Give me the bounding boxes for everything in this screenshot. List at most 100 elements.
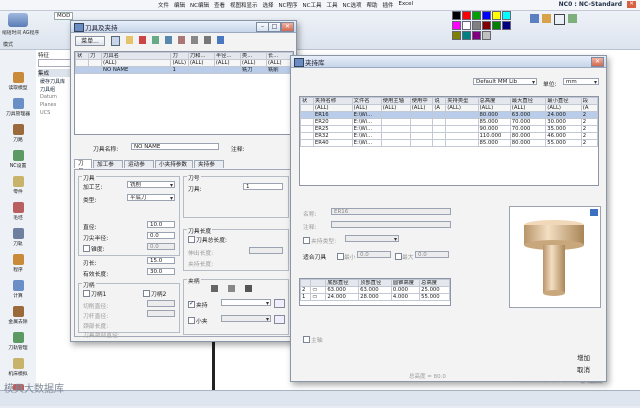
column-header[interactable]: 圆锥高度 — [390, 279, 421, 287]
holder-type-checkbox[interactable] — [303, 237, 310, 244]
sidebar-item[interactable]: 程序 — [0, 254, 36, 278]
menu-item[interactable]: NC程序 — [279, 1, 298, 9]
column-header[interactable] — [310, 279, 327, 287]
filter-cell[interactable]: (ALL) — [477, 104, 511, 112]
palette-swatch[interactable] — [472, 11, 481, 20]
type-select[interactable]: 平底刀 — [127, 194, 175, 201]
process-select[interactable]: 铣削 — [127, 181, 175, 188]
tab-3[interactable]: 小夹持参数 — [155, 160, 193, 168]
column-header[interactable]: 刀具名 — [101, 52, 172, 60]
palette-swatch[interactable] — [462, 31, 471, 40]
filter-icon[interactable] — [191, 36, 198, 44]
column-header[interactable]: 段 — [580, 97, 599, 105]
holder-icon[interactable] — [178, 36, 185, 44]
filter-cell[interactable]: (A — [432, 104, 447, 112]
feature-search[interactable] — [38, 59, 74, 67]
min-field[interactable]: 0.0 — [357, 251, 391, 258]
column-header[interactable]: 最小直径 — [545, 97, 582, 105]
help-icon[interactable] — [217, 36, 224, 44]
filter-cell[interactable]: (ALL) — [187, 59, 215, 67]
window-close-icon[interactable]: ✕ — [627, 1, 636, 8]
holder-pick-icon[interactable] — [245, 285, 252, 292]
menu-button[interactable]: 菜单... — [75, 36, 105, 46]
table-row[interactable]: ER25 E:\Wi... 90.000 70.000 35.000 2 — [300, 125, 599, 133]
maximize-icon[interactable]: □ — [268, 22, 281, 32]
new-tool-icon[interactable] — [111, 36, 120, 46]
filter-cell[interactable]: (ALL) — [445, 104, 479, 112]
spindle-checkbox[interactable] — [303, 336, 310, 343]
column-header[interactable]: 刀和... — [187, 52, 215, 60]
palette-swatch[interactable] — [452, 21, 461, 30]
sidebar-item[interactable]: 读取模型 — [0, 72, 36, 96]
taper-checkbox[interactable] — [83, 245, 90, 252]
filter-cell[interactable]: (ALL) — [265, 59, 294, 67]
tab-1[interactable]: 加工参数 — [93, 160, 123, 176]
menu-item[interactable]: 选择 — [263, 1, 274, 9]
shade-icon[interactable] — [542, 14, 551, 23]
sidebar-item[interactable]: 刀轨管理 — [0, 332, 36, 356]
palette-swatch[interactable] — [462, 21, 471, 30]
sidebar-item[interactable]: 零件 — [0, 176, 36, 200]
holder-type-select[interactable] — [345, 235, 399, 242]
palette-swatch[interactable] — [502, 21, 511, 30]
sidebar-item[interactable]: 刀路 — [0, 124, 36, 148]
palette-swatch[interactable] — [452, 11, 461, 20]
column-header[interactable]: 半径... — [213, 52, 241, 60]
holder-grid[interactable]: 状夹持名称 文件名 使用主轴 使用中说夹持类型 总高度 最大直径 最小直径段 (ALL) (AL… — [299, 96, 599, 186]
menu-item[interactable]: 文件 — [158, 1, 169, 9]
copy-tool-icon[interactable] — [126, 36, 133, 44]
library-select[interactable]: Default MM Lib — [473, 78, 537, 85]
add-button[interactable]: 增加 — [577, 352, 590, 362]
unit-select[interactable]: mm — [563, 78, 599, 85]
palette-swatch[interactable] — [462, 11, 471, 20]
tools-window-titlebar[interactable]: 刀具及夹持 – □ ✕ — [71, 21, 296, 33]
menu-item[interactable]: Excel — [399, 1, 414, 9]
model-tab[interactable]: MOD — [54, 12, 74, 20]
palette-swatch[interactable] — [502, 11, 511, 20]
column-header[interactable]: 文件名 — [351, 97, 382, 105]
menu-item[interactable]: NC工具 — [303, 1, 322, 9]
import-icon[interactable] — [152, 36, 159, 44]
min-checkbox[interactable] — [337, 253, 344, 260]
sidebar-item[interactable]: 金属去除 — [0, 306, 36, 330]
holder-comment-field[interactable] — [331, 221, 451, 228]
menu-item[interactable]: 帮助 — [366, 1, 377, 9]
palette-swatch[interactable] — [472, 31, 481, 40]
filter-cell[interactable]: (ALL) — [170, 59, 189, 67]
palette-swatch[interactable] — [472, 21, 481, 30]
holder-edit-icon[interactable] — [228, 285, 235, 292]
column-header[interactable]: 刀 — [170, 52, 189, 60]
shank-dia-field[interactable] — [147, 310, 175, 317]
filter-cell[interactable]: (ALL) — [380, 104, 411, 112]
palette-swatch[interactable] — [492, 11, 501, 20]
sidebar-item[interactable]: 毛坯 — [0, 202, 36, 226]
cutter1-checkbox[interactable] — [83, 290, 90, 297]
color-palette[interactable] — [452, 11, 516, 40]
flute-field[interactable]: 15.0 — [147, 257, 175, 264]
delete-tool-icon[interactable] — [139, 36, 146, 44]
column-header[interactable]: 刀 — [88, 52, 103, 60]
layer-icon[interactable] — [530, 14, 539, 23]
filter-cell[interactable]: (A — [580, 104, 599, 112]
sidebar-item[interactable]: 机床模拟 — [0, 358, 36, 382]
menu-item[interactable]: 工具 — [326, 1, 337, 9]
corner-radius-field[interactable]: 0.0 — [147, 232, 175, 239]
holder-add-icon[interactable] — [211, 285, 218, 292]
filter-cell[interactable]: (ALL) — [312, 104, 353, 112]
filter-cell[interactable]: (ALL) — [509, 104, 547, 112]
menu-item[interactable]: 插件 — [382, 1, 393, 9]
holder-browse-icon[interactable] — [274, 299, 285, 308]
collet-select[interactable] — [221, 315, 271, 322]
menu-item[interactable]: 编辑 — [174, 1, 185, 9]
table-row[interactable]: 1 ▭ 24.000 28.000 4.000 55.000 — [299, 293, 450, 301]
filter-cell[interactable] — [74, 59, 90, 67]
menu-item[interactable]: 查看 — [214, 1, 225, 9]
column-header[interactable]: 夹持名称 — [312, 97, 353, 105]
column-header[interactable]: 使用主轴 — [380, 97, 411, 105]
filter-cell[interactable]: (ALL) — [101, 59, 172, 67]
print-icon[interactable] — [204, 36, 211, 44]
column-header[interactable]: 最大直径 — [509, 97, 547, 105]
holder-checkbox[interactable] — [188, 300, 195, 308]
sidebar-item[interactable]: NC设置 — [0, 150, 36, 174]
sidebar-item[interactable]: 计算 — [0, 280, 36, 304]
